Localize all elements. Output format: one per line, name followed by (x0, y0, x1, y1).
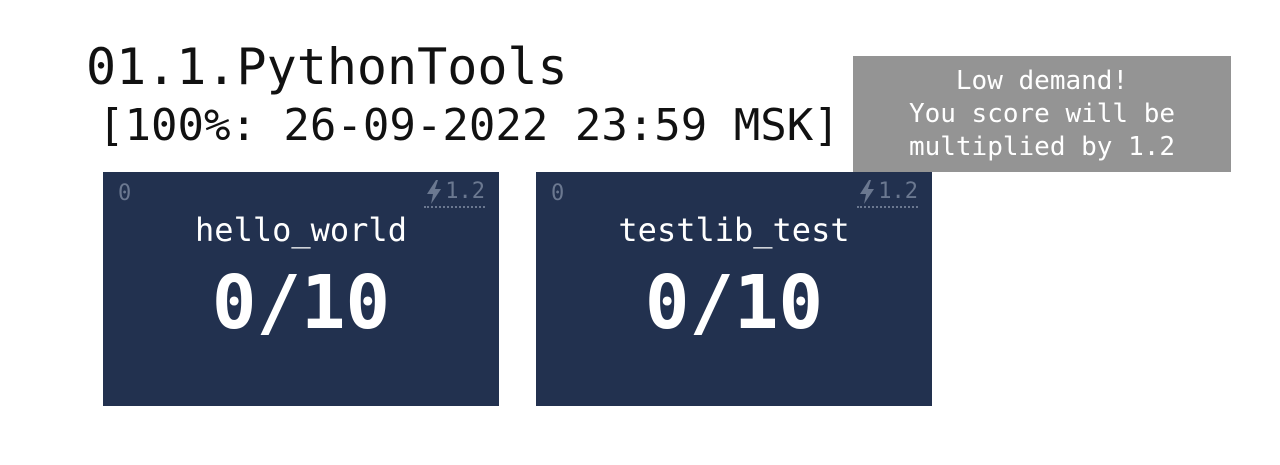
score-multiplier-value: 1.2 (878, 179, 918, 204)
score-multiplier[interactable]: 1.2 (424, 178, 485, 208)
score-multiplier-value: 1.2 (445, 179, 485, 204)
deadline-label: [100%: 26-09-2022 23:59 MSK] (98, 100, 840, 151)
task-attempts-count: 0 (551, 181, 565, 206)
task-card-hello-world[interactable]: 0 1.2 hello_world 0/10 (103, 172, 499, 406)
score-multiplier[interactable]: 1.2 (857, 178, 918, 208)
lightning-bolt-icon (427, 180, 442, 204)
low-demand-tooltip: Low demand! You score will be multiplied… (853, 56, 1231, 172)
lightning-bolt-icon (860, 180, 875, 204)
task-name: hello_world (195, 211, 407, 249)
task-card-testlib-test[interactable]: 0 1.2 testlib_test 0/10 (536, 172, 932, 406)
group-title: 01.1.PythonTools (86, 38, 568, 96)
tooltip-line-3: multiplied by 1.2 (908, 132, 1176, 162)
task-score: 0/10 (644, 260, 824, 346)
task-attempts-count: 0 (118, 181, 132, 206)
tooltip-line-1: Low demand! (955, 66, 1129, 96)
task-name: testlib_test (618, 211, 850, 249)
tooltip-line-2: You score will be (908, 99, 1176, 129)
task-score: 0/10 (211, 260, 391, 346)
